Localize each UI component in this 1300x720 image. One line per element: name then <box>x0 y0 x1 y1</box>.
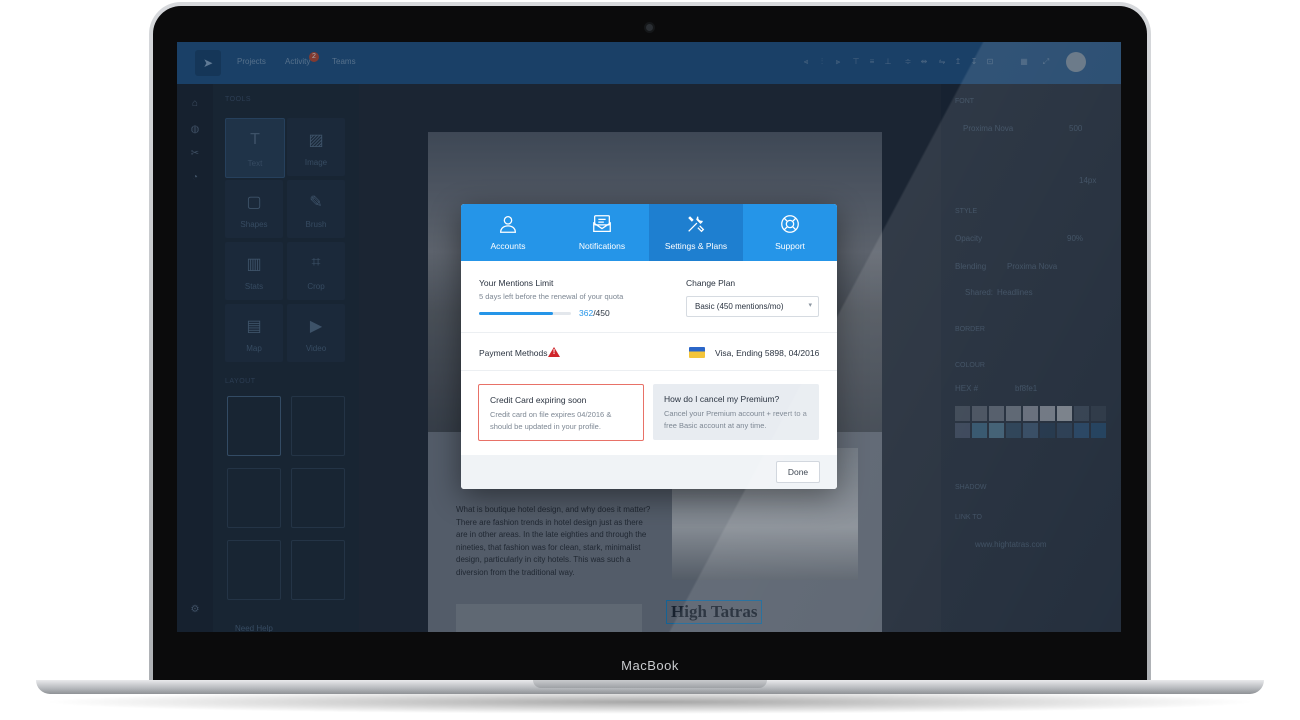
tab-support[interactable]: Support <box>743 204 837 261</box>
modal-tabs: Accounts Notifications Settings & Plans … <box>461 204 837 261</box>
tab-label: Notifications <box>578 241 626 251</box>
alert-body: Credit card on file expires 04/2016 & sh… <box>490 410 612 431</box>
tab-settings-plans[interactable]: Settings & Plans <box>649 204 743 261</box>
tab-label: Support <box>775 241 805 251</box>
mentions-limit-title: Your Mentions Limit <box>479 278 554 288</box>
divider <box>461 370 837 371</box>
card-expiring-alert[interactable]: Credit Card expiring soon Credit card on… <box>478 384 644 441</box>
mentions-progress-bar <box>479 312 571 315</box>
envelope-icon <box>555 213 649 240</box>
warning-mark: ! <box>552 349 556 356</box>
mentions-used: 362 <box>579 308 594 318</box>
alert-title: Credit Card expiring soon <box>490 395 587 405</box>
tools-icon <box>649 213 743 240</box>
info-body: Cancel your Premium account + revert to … <box>664 409 807 430</box>
plan-select-value: Basic (450 mentions/mo) <box>695 302 784 311</box>
change-plan-title: Change Plan <box>686 278 736 288</box>
mentions-count: 362/450 <box>579 308 610 318</box>
chevron-down-icon: ▾ <box>808 302 812 309</box>
tab-label: Settings & Plans <box>664 241 728 251</box>
laptop-notch <box>533 680 767 688</box>
cancel-premium-card[interactable]: How do I cancel my Premium? Cancel your … <box>653 384 819 440</box>
mentions-progress-fill <box>479 312 553 315</box>
divider <box>461 332 837 333</box>
payment-card-text[interactable]: Visa, Ending 5898, 04/2016 <box>715 348 819 358</box>
mentions-limit-subtitle: 5 days left before the renewal of your q… <box>479 292 624 301</box>
tab-notifications[interactable]: Notifications <box>555 204 649 261</box>
device-label: MacBook <box>621 658 679 673</box>
credit-card-icon <box>689 347 705 358</box>
info-title: How do I cancel my Premium? <box>664 394 780 404</box>
screen: ➤ Projects Activity 2 Teams ⫷ ⫶ ⫸ ⊤ ≡ ⊥ … <box>177 42 1121 632</box>
lifebuoy-icon <box>743 213 837 240</box>
done-button[interactable]: Done <box>776 461 820 483</box>
mentions-total: /450 <box>593 308 610 318</box>
payment-methods-title: Payment Methods <box>479 348 548 358</box>
tab-label: Accounts <box>490 241 526 251</box>
tab-accounts[interactable]: Accounts <box>461 204 555 261</box>
camera-icon <box>646 24 653 31</box>
settings-modal: Accounts Notifications Settings & Plans … <box>461 204 837 489</box>
plan-select[interactable]: Basic (450 mentions/mo) ▾ <box>686 296 819 317</box>
user-icon <box>461 213 555 240</box>
